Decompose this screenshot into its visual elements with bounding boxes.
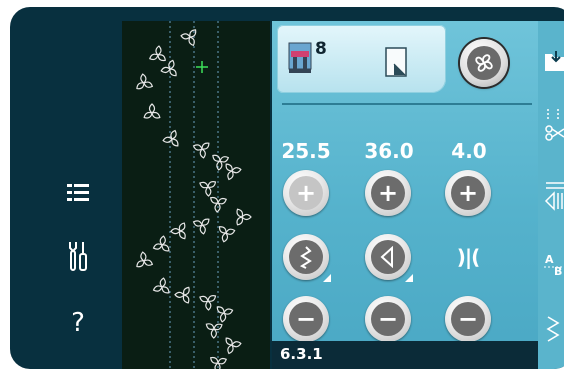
alphabet-icon: A B xyxy=(544,253,564,278)
stitch-motif xyxy=(136,73,154,90)
status-bar: 6.3.1 xyxy=(272,341,538,369)
mirror-icon xyxy=(544,182,564,211)
stitch-motif xyxy=(225,337,242,355)
settings-tools-icon xyxy=(69,242,87,271)
presser-foot-number: 8 xyxy=(315,39,327,59)
stitch-density-value: 4.0 xyxy=(451,139,487,163)
corner-indicator-icon xyxy=(323,274,331,282)
stitch-motif xyxy=(162,129,179,147)
panel-divider xyxy=(282,103,532,105)
stitch-motif xyxy=(152,277,170,294)
file-folder-icon xyxy=(545,51,564,71)
length-mode-button[interactable] xyxy=(365,234,413,282)
status-text: 6.3.1 xyxy=(280,345,323,363)
plus-icon: + xyxy=(377,179,399,207)
stitch-preview xyxy=(122,21,270,369)
zigzag-width-icon xyxy=(299,246,312,269)
help-icon: ? xyxy=(71,308,85,338)
stitch-motif xyxy=(170,222,186,240)
stitch-motif xyxy=(199,295,217,311)
file-folder-button[interactable] xyxy=(542,47,564,75)
tie-off-scissors-icon xyxy=(545,109,564,141)
pattern-swirl-icon xyxy=(475,54,493,72)
stitch-motif xyxy=(225,163,242,181)
density-icon: )|( xyxy=(456,245,481,269)
stitch-motif xyxy=(218,226,236,243)
stitch-motif xyxy=(199,181,217,197)
right-toolbar: A B xyxy=(538,21,564,369)
presser-foot-icon xyxy=(288,42,312,73)
menu-list-button[interactable] xyxy=(58,173,98,213)
width-decrease-button[interactable]: − xyxy=(283,296,329,342)
needle-position-marker xyxy=(196,61,208,73)
stitch-motif xyxy=(210,196,227,213)
stitch-program-icon xyxy=(546,316,560,342)
stitch-motif xyxy=(174,286,190,304)
stitch-motif xyxy=(192,218,210,235)
presser-foot-button[interactable]: 8 xyxy=(287,39,329,81)
stitch-length-value: 36.0 xyxy=(364,139,414,163)
minus-icon: − xyxy=(377,305,399,333)
stitch-motif xyxy=(216,306,234,323)
pattern-button[interactable] xyxy=(460,39,508,87)
stitch-width-value: 25.5 xyxy=(281,139,331,163)
plus-icon: + xyxy=(295,179,317,207)
presser-foot-area: 8 xyxy=(277,25,446,93)
sewing-machine-screen: ? 8 25.5 36.0 4.0 + + +)|(− − − 6.3.1 … xyxy=(10,7,564,369)
alphabet-button[interactable]: A B xyxy=(542,249,564,278)
help-button[interactable]: ? xyxy=(58,303,98,343)
stitch-motif xyxy=(236,208,252,226)
stitch-motif xyxy=(136,251,154,268)
stitch-settings-panel: 8 25.5 36.0 4.0 + + +)|(− − − 6.3.1 xyxy=(272,21,538,369)
minus-icon: − xyxy=(295,305,317,333)
stitch-program-button[interactable] xyxy=(542,313,564,342)
corner-indicator-icon xyxy=(405,274,413,282)
tie-off-scissors-button[interactable] xyxy=(542,107,564,141)
stitch-motif xyxy=(149,45,166,62)
minus-icon: − xyxy=(457,305,479,333)
width-increase-button[interactable]: + xyxy=(283,170,329,216)
stitch-motif xyxy=(152,235,170,252)
stitch-menu-button[interactable] xyxy=(385,47,409,77)
settings-tools-button[interactable] xyxy=(58,236,98,276)
stitch-motif xyxy=(160,59,177,77)
length-increase-button[interactable]: + xyxy=(365,170,411,216)
density-increase-button[interactable]: + xyxy=(445,170,491,216)
svg-text:A: A xyxy=(545,253,554,266)
density-mode-indicator: )|( xyxy=(445,234,491,280)
width-mode-button[interactable] xyxy=(283,234,331,282)
stitch-motif xyxy=(205,323,223,339)
left-nav: ? xyxy=(10,7,122,369)
density-decrease-button[interactable]: − xyxy=(445,296,491,342)
stitch-motif xyxy=(192,142,210,159)
page-icon xyxy=(385,47,407,77)
length-decrease-button[interactable]: − xyxy=(365,296,411,342)
mirror-button[interactable] xyxy=(542,179,564,211)
stitch-motif xyxy=(143,103,161,119)
menu-list-icon xyxy=(67,184,89,201)
plus-icon: + xyxy=(457,179,479,207)
stitch-length-triangle-icon xyxy=(380,246,393,268)
